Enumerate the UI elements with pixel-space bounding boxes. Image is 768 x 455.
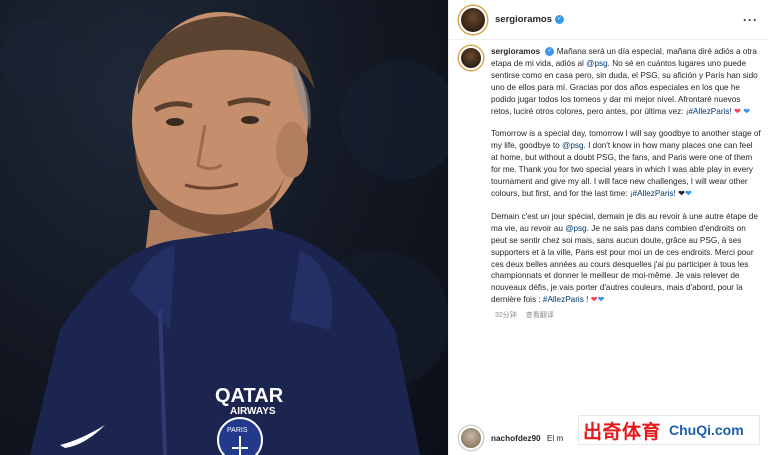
verified-badge-icon: ✓: [555, 15, 565, 24]
blue-heart-icon: ❤: [597, 295, 605, 305]
verified-badge-icon: ✓: [545, 47, 555, 57]
hashtag-allezparis-fr[interactable]: #AllezParis !: [543, 295, 589, 304]
hashtag-allezparis-en[interactable]: ¡#AllezParis!: [630, 189, 676, 198]
comment-body: El m: [546, 433, 564, 443]
crest-text: PARIS: [227, 427, 248, 434]
red-heart-icon: ❤: [590, 295, 598, 305]
watermark-en: ChuQi.com: [669, 422, 744, 438]
sponsor-text-line1: QATAR: [215, 385, 284, 407]
post-time: 32分钟: [495, 312, 517, 320]
caption-area: sergioramos ✓ Mañana será un día especia…: [459, 46, 764, 416]
blue-heart-icon: ❤: [743, 106, 751, 116]
see-translation-link[interactable]: 查看翻译: [526, 310, 554, 320]
caption-username[interactable]: sergioramos: [491, 47, 540, 56]
black-heart-icon: ❤: [678, 188, 685, 198]
author-avatar[interactable]: [459, 5, 487, 34]
caption-row: sergioramos ✓ Mañana será un día especia…: [459, 46, 764, 306]
mention-psg-es[interactable]: @psg: [586, 59, 608, 68]
post-header: sergioramos ✓ ···: [449, 0, 768, 40]
comment-text: nachofdez90 El m: [491, 434, 563, 443]
caption-text: sergioramos ✓ Mañana será un día especia…: [491, 47, 761, 305]
post-photo[interactable]: QATAR AIRWAYS PARIS: [0, 0, 448, 455]
site-watermark: 出奇体育 ChuQi.com: [578, 415, 760, 445]
caption-meta: 32分钟 查看翻译: [495, 310, 764, 320]
sponsor-text-line2: AIRWAYS: [230, 406, 276, 417]
mention-psg-en[interactable]: @psg: [562, 141, 584, 150]
caption-author-avatar[interactable]: [459, 46, 483, 70]
blue-heart-icon: ❤: [684, 188, 692, 198]
watermark-cn: 出奇体育: [583, 421, 662, 443]
red-heart-icon: ❤: [734, 106, 741, 116]
post-panel: sergioramos ✓ ··· sergioramos ✓ Mañana s…: [448, 0, 768, 455]
mention-psg-fr[interactable]: @psg: [565, 224, 587, 233]
player-photo-illustration: QATAR AIRWAYS PARIS: [0, 12, 448, 455]
commenter-avatar[interactable]: [459, 426, 483, 450]
hashtag-allezparis-es[interactable]: ¡#AllezParis!: [686, 107, 732, 116]
caption-fr-2: Je ne sais pas dans combien d'endroits o…: [491, 223, 754, 305]
comment-row: nachofdez90 El m: [459, 426, 563, 450]
author-username[interactable]: sergioramos: [495, 14, 552, 25]
more-horizontal-icon[interactable]: ···: [743, 13, 758, 27]
commenter-username[interactable]: nachofdez90: [491, 434, 541, 443]
